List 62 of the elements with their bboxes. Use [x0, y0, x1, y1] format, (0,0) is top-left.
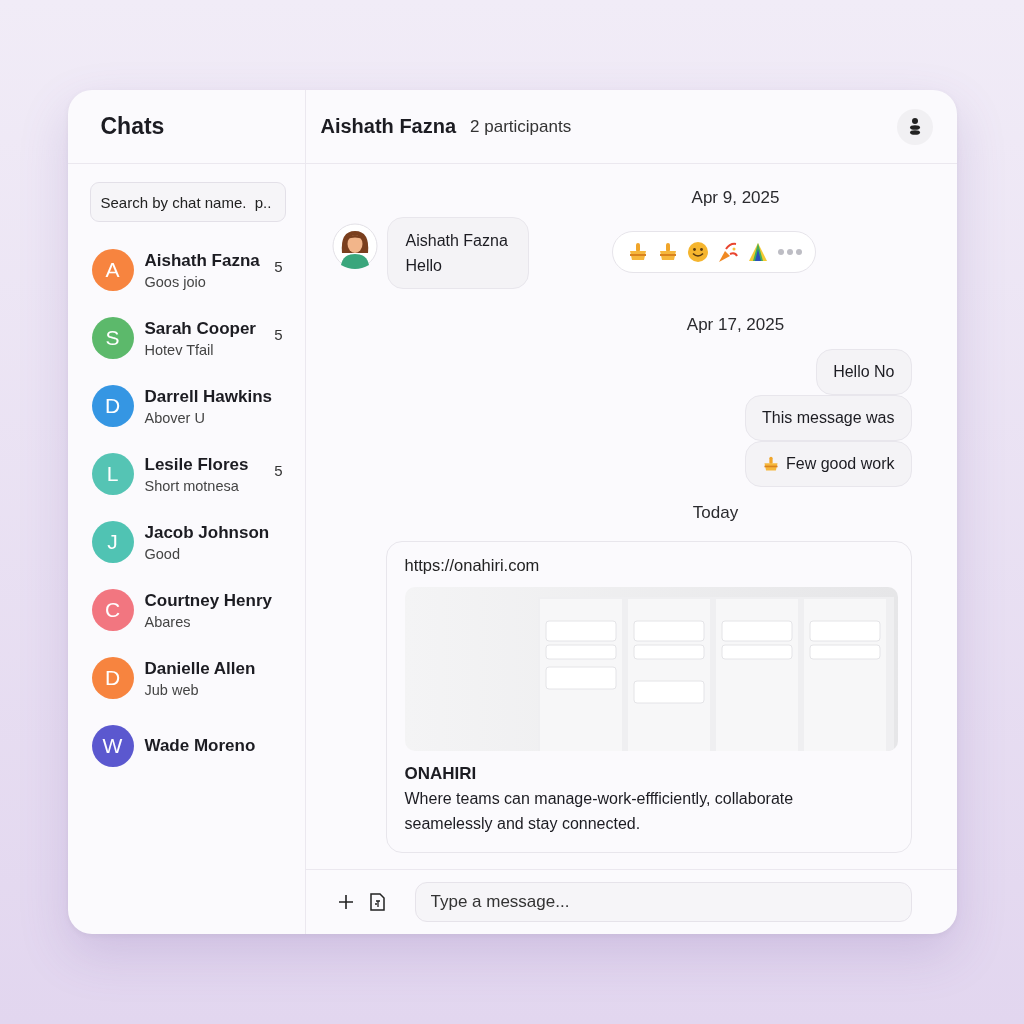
- chat-preview: Abares: [144, 613, 192, 630]
- avatar: C: [91, 589, 134, 631]
- sidebar-title: Chats: [100, 113, 165, 140]
- smiley-icon: [686, 241, 709, 263]
- avatar: A: [91, 249, 134, 291]
- chat-name: Wade Moreno: [144, 736, 257, 756]
- stack-icon: [907, 118, 922, 135]
- avatar: L: [91, 453, 134, 495]
- chat-list-item[interactable]: C Courtney Henry Abares: [67, 576, 305, 644]
- chat-preview: Abover U: [144, 409, 206, 426]
- chat-name: Sarah Cooper: [144, 318, 257, 339]
- chat-title: Aishath Fazna: [320, 115, 457, 138]
- chat-list-item[interactable]: A Aishath Fazna Goos joio 5: [67, 236, 305, 304]
- avatar: W: [91, 725, 134, 767]
- options-button[interactable]: [896, 108, 933, 145]
- attach-button[interactable]: [369, 893, 385, 911]
- unread-count: 5: [274, 325, 283, 343]
- message-text: Few good work: [786, 455, 895, 473]
- reaction-bar[interactable]: [611, 231, 816, 273]
- message-input[interactable]: Type a message...: [414, 882, 912, 922]
- person-avatar: [331, 223, 378, 269]
- unread-count: 5: [274, 257, 283, 275]
- sender-name: Aishath Fazna: [405, 232, 508, 250]
- avatar: D: [91, 657, 134, 699]
- unread-count: 5: [274, 461, 283, 479]
- chat-preview: Short motnesa: [144, 477, 240, 494]
- avatar: S: [91, 317, 134, 359]
- avatar: D: [91, 385, 134, 427]
- chat-preview: Hotev Tfail: [144, 341, 215, 358]
- link-url[interactable]: https://onahiri.com: [404, 556, 540, 575]
- plus-icon: [337, 894, 354, 910]
- link-description: Where teams can manage-work-effficiently, collaborate seamelessly and stay connected.: [404, 789, 795, 834]
- chat-name: Danielle Allen: [144, 658, 257, 679]
- message-text: Hello No: [833, 363, 895, 381]
- tent-icon: [746, 241, 769, 263]
- chat-preview: Jub web: [144, 681, 200, 698]
- chat-list-item[interactable]: W Wade Moreno: [67, 712, 305, 780]
- document-icon: [369, 893, 385, 911]
- link-title: ONAHIRI: [404, 764, 478, 784]
- date-separator: Apr 17, 2025: [686, 315, 785, 335]
- chat-preview: Good: [144, 545, 181, 562]
- message-text: This message was: [762, 409, 895, 427]
- chat-list-item[interactable]: L Lesile Flores Short motnesa 5: [67, 440, 305, 508]
- date-separator: Apr 9, 2025: [691, 188, 780, 208]
- chat-name: Darrell Hawkins: [144, 386, 274, 407]
- party-popper-icon: [716, 241, 739, 263]
- date-separator: Today: [692, 503, 739, 523]
- more-icon: [776, 246, 803, 258]
- chat-list-item[interactable]: J Jacob Johnson Good: [67, 508, 305, 576]
- chat-preview: Goos joio: [144, 273, 207, 290]
- message-text: Hello: [405, 257, 443, 275]
- add-button[interactable]: [337, 894, 354, 910]
- chat-list-item[interactable]: D Darrell Hawkins Abover U: [67, 372, 305, 440]
- chat-name: Aishath Fazna: [144, 250, 261, 271]
- avatar: J: [91, 521, 134, 563]
- chat-list-item[interactable]: D Danielle Allen Jub web: [67, 644, 305, 712]
- chat-name: Jacob Johnson: [144, 522, 271, 543]
- chat-name: Courtney Henry: [144, 590, 274, 611]
- search-field[interactable]: Search by chat name. p..: [89, 182, 286, 222]
- chat-list-item[interactable]: S Sarah Cooper Hotev Tfail 5: [67, 304, 305, 372]
- chat-name: Lesile Flores: [144, 454, 250, 475]
- participants-count: 2 participants: [470, 116, 573, 137]
